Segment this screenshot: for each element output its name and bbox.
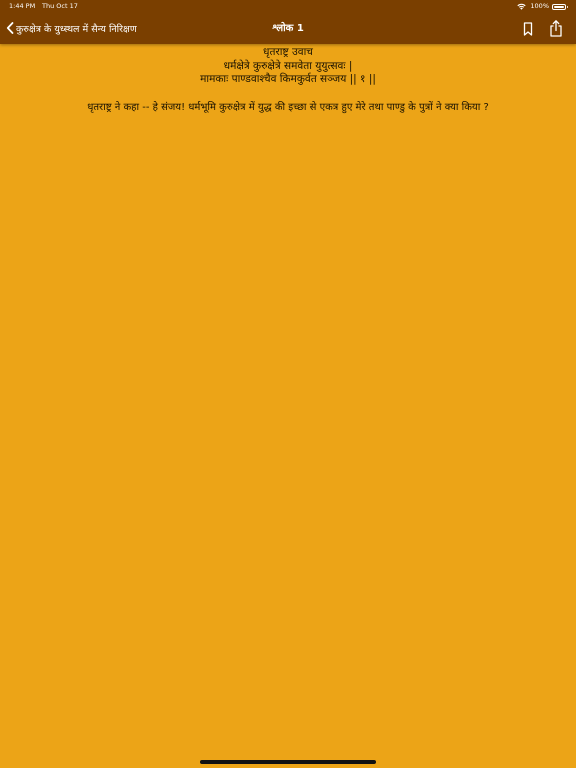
navigation-bar: कुरुक्षेत्र के युध्स्थल में सैन्य निरिक्… bbox=[0, 13, 576, 44]
sanskrit-verse: धृतराष्ट्र उवाच धर्मक्षेत्रे कुरुक्षेत्र… bbox=[20, 46, 556, 87]
back-button[interactable]: कुरुक्षेत्र के युध्स्थल में सैन्य निरिक्… bbox=[6, 18, 137, 38]
verse-line: मामकाः पाण्डवाश्चैव किमकुर्वत सञ्जय || १… bbox=[200, 73, 376, 85]
status-date: Thu Oct 17 bbox=[42, 2, 78, 10]
hindi-translation: धृतराष्ट्र ने कहा -- हे संजय! धर्मभूमि क… bbox=[87, 101, 489, 113]
back-button-label: कुरुक्षेत्र के युध्स्थल में सैन्य निरिक्… bbox=[16, 23, 137, 35]
page-title: श्लोक 1 bbox=[272, 23, 304, 34]
app-header: 1:44 PM Thu Oct 17 100% कुरुक्षेत्र के य… bbox=[0, 0, 576, 44]
status-bar: 1:44 PM Thu Oct 17 100% bbox=[0, 0, 576, 13]
wifi-icon bbox=[517, 3, 527, 10]
verse-speaker: धृतराष्ट्र उवाच bbox=[263, 46, 313, 58]
status-time: 1:44 PM bbox=[9, 2, 36, 10]
battery-percentage: 100% bbox=[530, 2, 549, 10]
home-indicator[interactable] bbox=[200, 760, 376, 764]
chevron-left-icon bbox=[6, 22, 14, 34]
bookmark-icon[interactable] bbox=[519, 20, 537, 38]
shloka-content: धृतराष्ट्र उवाच धर्मक्षेत्रे कुरुक्षेत्र… bbox=[20, 46, 556, 115]
status-indicators: 100% bbox=[517, 0, 568, 13]
verse-line: धर्मक्षेत्रे कुरुक्षेत्रे समवेता युयुत्स… bbox=[223, 59, 353, 72]
battery-icon bbox=[552, 3, 568, 10]
share-icon[interactable] bbox=[547, 19, 565, 38]
